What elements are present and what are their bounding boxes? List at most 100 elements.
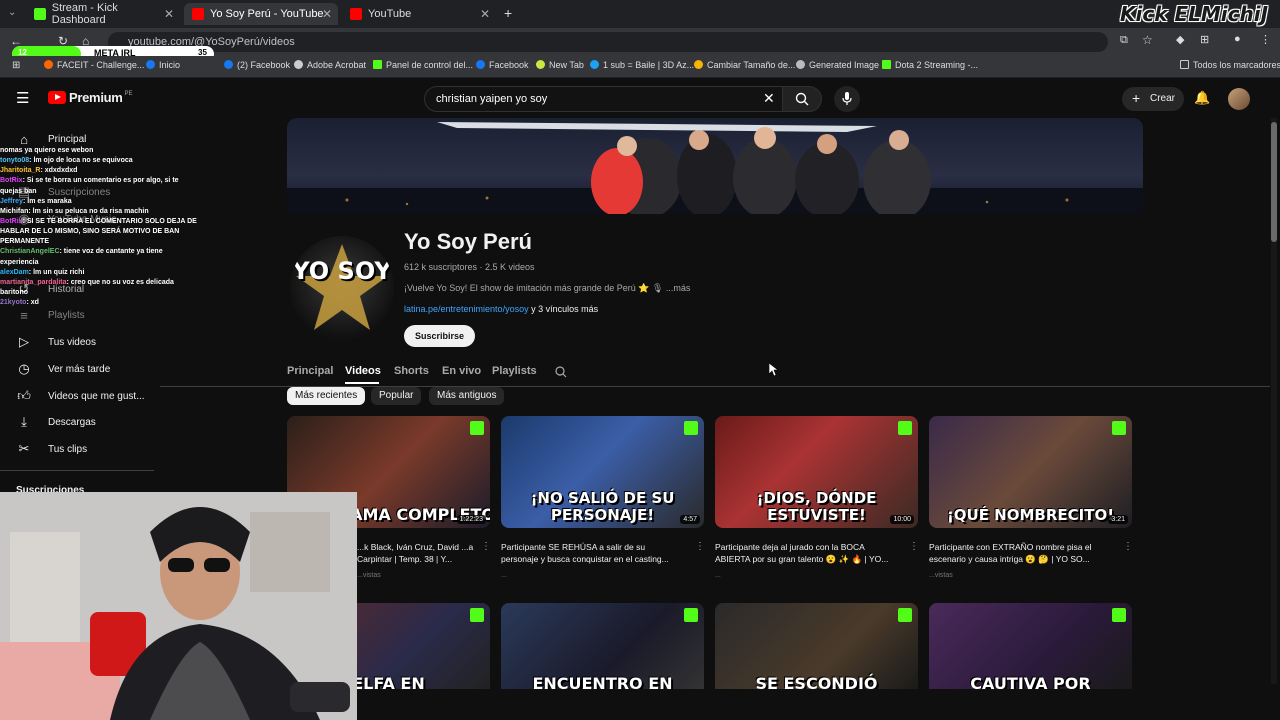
chip-most-recent[interactable]: Más recientes [287,387,366,405]
channel-banner [287,118,1143,214]
bookmark-item[interactable]: FACEIT - Challenge... [44,60,144,70]
video-title[interactable]: Participante con EXTRAÑO nombre pisa el … [929,541,1109,565]
bookmark-item[interactable]: Adobe Acrobat [294,60,366,70]
chip-popular[interactable]: Popular [371,387,422,405]
chat-message: 21kyoto: xd [0,299,39,307]
channel-avatar[interactable]: YO SOY [290,236,394,340]
youtube-header: ☰ Premium PE christian yaipen yo soy ✕ +… [0,80,1280,118]
hamburger-menu-icon[interactable]: ☰ [16,89,29,107]
sidebar-item-clips[interactable]: ✂ Tus clips [16,439,88,459]
bookmark-item[interactable]: Generated Image [796,60,879,70]
video-thumbnail[interactable]: CAUTIVA POR [929,603,1132,689]
bookmark-item[interactable]: Cambiar Tamaño de... [694,60,795,70]
create-button[interactable]: + Crear [1122,87,1184,111]
search-button[interactable] [782,86,822,112]
video-duration: 10:00 [890,515,914,524]
video-title[interactable]: Participante deja al jurado con la BOCA … [715,541,895,565]
channel-link[interactable]: latina.pe/entretenimiento/yosoy [404,304,529,314]
sidebar-item-watch-later[interactable]: ◷ Ver más tarde [16,359,110,379]
puzzle-icon[interactable]: ⊞ [1200,33,1209,46]
voice-search-button[interactable] [834,86,860,112]
thumbnail-caption: ENCUENTRO EN [532,674,673,689]
star-icon[interactable]: ☆ [1142,33,1153,47]
video-meta: ... [715,572,721,579]
bookmark-item[interactable]: Dota 2 Streaming -... [882,60,978,70]
channel-stats: 612 k suscriptores · 2.5 K videos [404,262,535,272]
extension-icon[interactable]: ◆ [1176,33,1184,46]
tab-principal[interactable]: Principal [287,365,333,377]
thumbnail-caption: ¡QUÉ NOMBRECITO! [946,506,1115,524]
video-meta: ...vistas [357,572,381,579]
video-thumbnail[interactable]: ¡DIOS, DÓNDE ESTUVISTE! 10:00 [715,416,918,528]
latina-badge-icon [470,421,484,435]
scrollbar-thumb[interactable] [1271,122,1277,242]
all-bookmarks-folder[interactable]: Todos los marcadores [1180,60,1280,70]
video-thumbnail[interactable]: ¡QUÉ NOMBRECITO! 3:21 [929,416,1132,528]
apps-grid-icon[interactable]: ⊞ [12,60,20,71]
tab-yo-soy-peru[interactable]: Yo Soy Perú - YouTube ✕ [184,3,338,25]
video-thumbnail[interactable]: ENCUENTRO EN [501,603,704,689]
bookmark-item[interactable]: New Tab [536,60,584,70]
chip-oldest[interactable]: Más antiguos [429,387,505,405]
youtube-logo[interactable]: Premium PE [48,90,133,105]
browser-tab-bar: ⌄ Stream - Kick Dashboard ✕ Yo Soy Perú … [0,0,1280,28]
channel-search-icon[interactable] [555,366,567,378]
video-title[interactable]: ...k Black, Iván Cruz, David ...a Carpin… [357,541,477,565]
faceit-icon [44,60,53,69]
sidebar-divider [0,470,154,471]
notifications-bell-icon[interactable]: 🔔 [1194,90,1210,106]
new-tab-plus-icon[interactable]: + [504,5,512,21]
active-tab-indicator [345,382,379,384]
close-icon[interactable]: ✕ [322,7,332,21]
video-thumbnail[interactable]: ¡NO SALIÓ DE SU PERSONAJE! 4:57 [501,416,704,528]
sidebar-item-liked-videos[interactable]: 👍︎ Videos que me gust... [16,386,144,406]
account-avatar[interactable] [1228,88,1250,110]
clear-search-icon[interactable]: ✕ [763,90,775,107]
tab-playlists[interactable]: Playlists [492,365,537,377]
search-input[interactable]: christian yaipen yo soy [424,86,788,112]
bookmark-item[interactable]: Panel de control del... [373,60,473,70]
page-icon [694,60,703,69]
menu-kebab-icon[interactable]: ⋮ [1260,33,1271,46]
tab-label: Yo Soy Perú - YouTube [210,8,324,20]
chat-message: Michifan: lm sin su peluca no da risa ma… [0,207,149,215]
video-menu-kebab-icon[interactable]: ⋮ [481,541,491,552]
video-title[interactable]: Participante SE REHÚSA a salir de su per… [501,541,681,565]
tab-list-chevron-icon[interactable]: ⌄ [8,7,16,18]
bookmark-item[interactable]: 1 sub = Baile | 3D Az... [590,60,694,70]
cast-icon[interactable]: ⧉ [1120,34,1128,47]
chat-message: BotRix: Si se te borra un comentario es … [0,177,179,195]
more-links[interactable]: y 3 vínculos más [531,304,598,314]
channel-name: Yo Soy Perú [404,229,532,254]
latina-badge-icon [898,421,912,435]
chat-message: BotRix: SI SE TE BORRA EL COMENTARIO SOL… [0,217,197,246]
tab-label: Stream - Kick Dashboard [51,2,118,26]
banner-artwork [287,122,1143,214]
bookmark-item[interactable]: Facebook [476,60,529,70]
facebook-icon [146,60,155,69]
latina-badge-icon [684,421,698,435]
thumb-up-icon: 👍︎ [17,388,31,403]
video-menu-kebab-icon[interactable]: ⋮ [1123,541,1133,552]
subscribe-button[interactable]: Suscribirse [404,325,476,347]
tab-kick-dashboard[interactable]: Stream - Kick Dashboard ✕ [26,2,180,26]
video-menu-kebab-icon[interactable]: ⋮ [695,541,705,552]
video-menu-kebab-icon[interactable]: ⋮ [909,541,919,552]
tab-en-vivo[interactable]: En vivo [442,365,481,377]
profile-icon[interactable]: ● [1234,33,1241,45]
kick-icon [373,60,382,69]
close-icon[interactable]: ✕ [164,7,174,21]
bookmark-item[interactable]: (2) Facebook [224,60,290,70]
thumbnail-caption: SE ESCONDIÓ [755,674,878,689]
video-thumbnail[interactable]: SE ESCONDIÓ [715,603,918,689]
tab-shorts[interactable]: Shorts [394,365,429,377]
sidebar-item-downloads[interactable]: ⤓ Descargas [16,412,96,432]
page-scrollbar[interactable] [1271,118,1277,684]
channel-description[interactable]: ¡Vuelve Yo Soy! El show de imitación más… [404,283,690,294]
close-icon[interactable]: ✕ [480,7,490,21]
url-field[interactable]: youtube.com/@YoSoyPerú/videos [108,32,1108,52]
bookmark-item[interactable]: Inicio [146,60,180,70]
tab-youtube[interactable]: YouTube ✕ [342,3,496,25]
thumbnail-caption: CAUTIVA POR [970,674,1091,689]
tab-videos[interactable]: Videos [345,365,381,377]
